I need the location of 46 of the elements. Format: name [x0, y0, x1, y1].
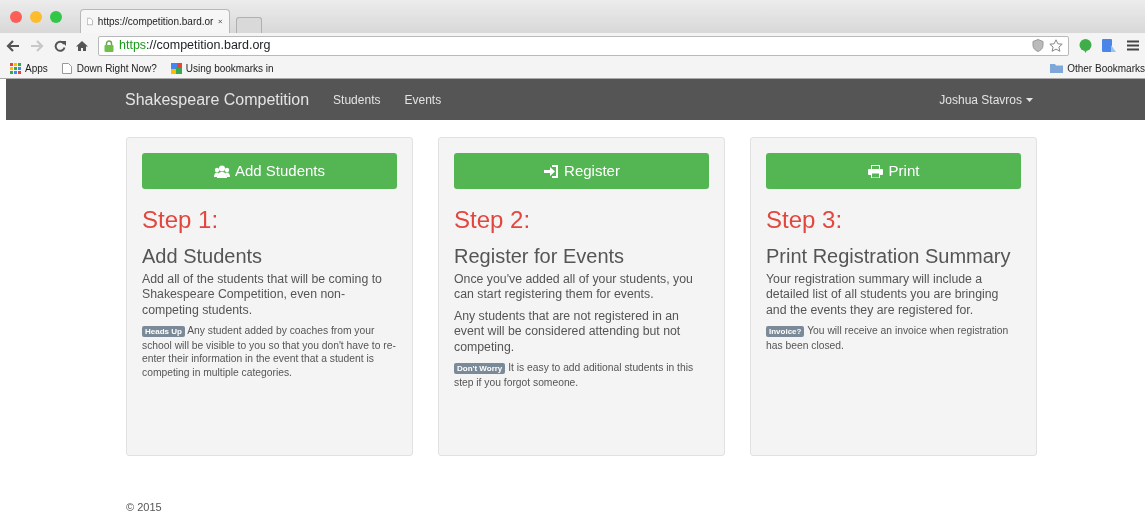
info-note: Don't Worry It is easy to add aditional students in this step if you forgot someone. — [454, 361, 695, 390]
lock-icon — [104, 39, 114, 52]
info-note: Heads Up Any student added by coaches from your school will be visible to you so that you don't have to re-enter their information in the event that a student is competing in multiple categories. — [142, 324, 397, 380]
printer-icon — [867, 164, 884, 178]
reload-icon[interactable] — [54, 39, 66, 52]
close-icon[interactable] — [218, 18, 223, 25]
step-description: Add all of the students that will be coming to Shakespeare Competition, even non-competing students. — [142, 272, 383, 319]
bookmark-link[interactable]: Using bookmarks in — [185, 60, 274, 76]
brand-title[interactable]: Shakespeare Competition — [125, 87, 310, 112]
step-heading: Add Students — [142, 244, 264, 269]
caret-icon[interactable] — [1026, 97, 1033, 102]
bookmark-link[interactable]: Other Bookmarks — [1067, 60, 1145, 76]
shield-icon[interactable] — [1032, 39, 1044, 52]
enter-arrow-icon — [543, 164, 560, 178]
step-heading: Register for Events — [454, 244, 626, 269]
star-icon[interactable] — [1049, 39, 1063, 52]
speech-bubble-icon[interactable] — [1079, 38, 1092, 53]
apps-grid-icon — [10, 62, 21, 74]
page-icon — [87, 16, 93, 27]
step-number: Step 3: — [766, 205, 844, 235]
copyright-text: © 2015 — [126, 501, 162, 514]
page-icon — [61, 62, 73, 74]
people-icon — [213, 164, 230, 178]
tab-title: https://competition.bard.or — [97, 15, 214, 29]
step-number: Step 1: — [142, 205, 220, 235]
user-menu[interactable]: Joshua Stavros — [939, 90, 1022, 109]
step-heading: Print Registration Summary — [766, 244, 1012, 269]
nav-link[interactable]: Events — [404, 90, 442, 109]
address-bar[interactable]: https://competition.bard.org — [98, 35, 1069, 56]
home-icon[interactable] — [76, 39, 88, 52]
step-description: Once you've added all of your students, you can start registering them for events. — [454, 272, 694, 303]
info-note: Invoice? You will receive an invoice when registration has been closed. — [766, 324, 1010, 353]
colored-squares-icon — [170, 62, 182, 74]
translate-icon[interactable] — [1102, 38, 1117, 53]
bookmark-link[interactable]: Apps — [25, 60, 48, 76]
menu-icon[interactable] — [1127, 40, 1139, 51]
window-control-icon[interactable] — [10, 10, 22, 23]
step-number: Step 2: — [454, 205, 532, 235]
step-description: Any students that are not registered in an event will be considered attending but not competing. — [454, 308, 682, 356]
bookmark-link[interactable]: Down Right Now? — [76, 60, 157, 76]
browser-tab[interactable]: https://competition.bard.or — [80, 9, 230, 33]
nav-link[interactable]: Students — [333, 90, 381, 109]
window-control-icon[interactable] — [50, 10, 62, 23]
back-icon[interactable] — [6, 39, 20, 52]
step-description: Your registration summary will include a detailed list of all students you are bringing and the events they are registered for. — [766, 272, 1000, 319]
folder-icon — [1050, 63, 1064, 73]
